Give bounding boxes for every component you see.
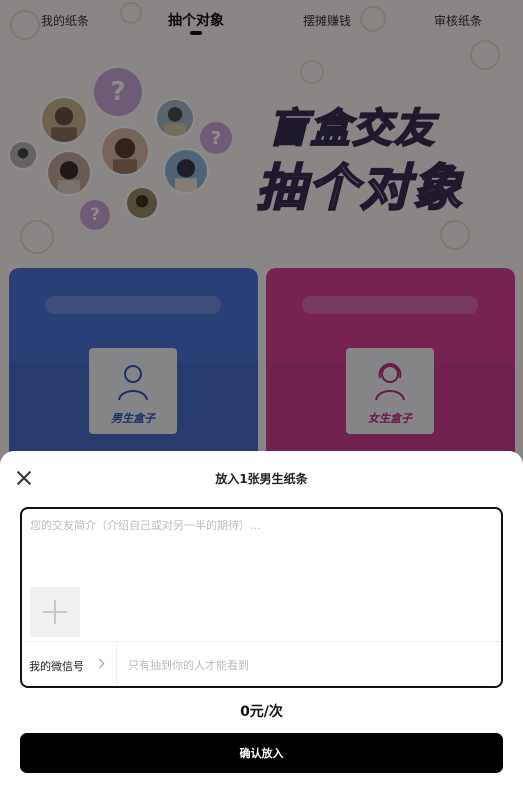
chevron-right-icon [94, 658, 105, 669]
intro-textarea[interactable] [30, 517, 492, 587]
confirm-button[interactable]: 确认放入 [20, 733, 503, 773]
add-photo-icon[interactable] [30, 587, 80, 637]
row-divider [116, 642, 117, 686]
wechat-row: 我的微信号 [22, 641, 501, 686]
note-form: 我的微信号 [20, 507, 503, 688]
wechat-input[interactable] [128, 654, 488, 676]
bottom-sheet: 放入1张男生纸条 我的微信号 0元/次 确认放入 [0, 451, 523, 800]
sheet-title: 放入1张男生纸条 [215, 472, 308, 486]
wechat-label[interactable]: 我的微信号 [29, 658, 84, 674]
price-label: 0元/次 [240, 704, 283, 720]
